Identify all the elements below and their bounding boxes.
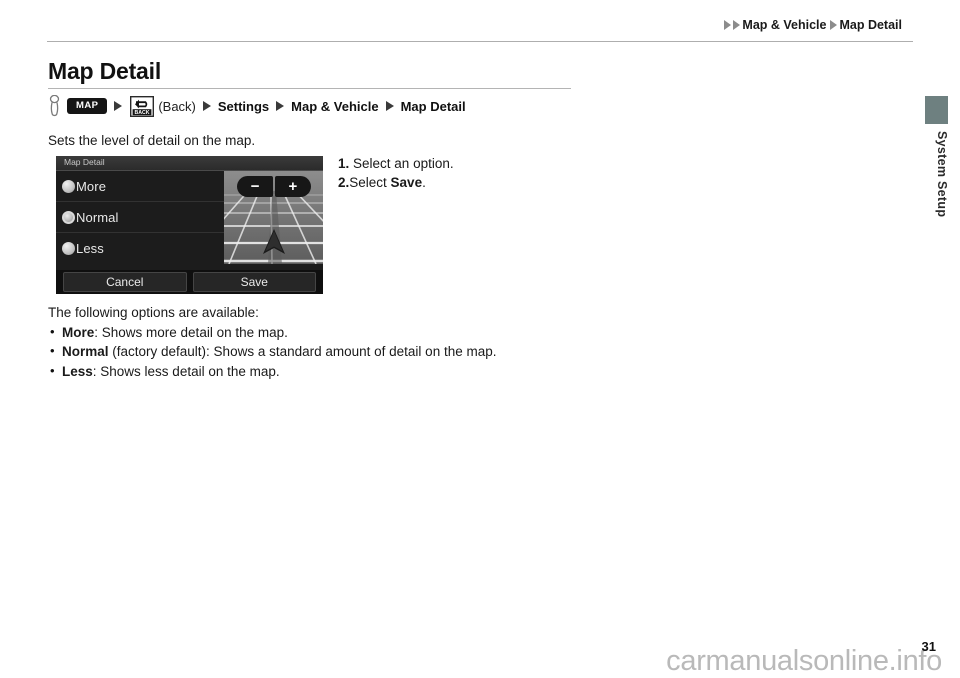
finger-press-icon <box>49 95 60 117</box>
list-item: More: Shows more detail on the map. <box>48 322 496 343</box>
nav-screen-image: Map Detail More Normal Less − + Cancel S… <box>56 156 323 294</box>
radio-icon[interactable] <box>62 179 75 193</box>
chevron-right-icon <box>830 20 838 30</box>
step-item-1: 1. Select an option. <box>338 154 454 173</box>
radio-icon[interactable] <box>62 242 75 255</box>
nav-option-list: More Normal Less <box>56 171 224 264</box>
breadcrumb-item-map-vehicle: Map & Vehicle <box>742 18 827 32</box>
list-item: Less: Shows less detail on the map. <box>48 361 496 382</box>
chevron-right-icon <box>724 20 732 30</box>
step-list: 1. Select an option. 2.Select Save. <box>338 154 454 192</box>
list-item: Normal (factory default): Shows a standa… <box>48 341 497 362</box>
nav-option-label: Less <box>76 241 104 256</box>
step-suffix: . <box>422 175 426 190</box>
title-divider <box>48 88 571 89</box>
path-item-map-detail[interactable]: Map Detail <box>401 99 466 114</box>
option-desc: : Shows more detail on the map. <box>94 324 288 340</box>
option-name: More <box>62 324 95 340</box>
option-name: Less <box>62 363 93 379</box>
chevron-right-icon <box>202 101 211 111</box>
nav-option-label: Normal <box>76 209 119 225</box>
chevron-right-icon <box>114 101 123 111</box>
step-emphasis: Save <box>390 175 423 190</box>
map-hardware-button[interactable]: MAP <box>67 98 108 114</box>
svg-text:BACK: BACK <box>135 110 150 116</box>
options-section: The following options are available: Mor… <box>48 303 496 381</box>
nav-screen-title: Map Detail <box>64 157 105 167</box>
nav-option-more[interactable]: More <box>56 171 224 202</box>
zoom-in-button[interactable]: + <box>274 176 311 197</box>
save-button[interactable]: Save <box>192 272 316 292</box>
option-desc: : Shows less detail on the map. <box>92 363 280 379</box>
section-label: System Setup <box>935 131 949 218</box>
header-divider <box>47 41 913 42</box>
nav-screen-footer: Cancel Save <box>56 270 323 294</box>
nav-option-less[interactable]: Less <box>56 233 224 264</box>
option-desc: (factory default): Shows a standard amou… <box>108 344 497 359</box>
back-label: (Back) <box>158 98 196 114</box>
step-number: 1. <box>338 156 350 171</box>
intro-text: Sets the level of detail on the map. <box>48 133 256 148</box>
chevron-right-icon <box>733 20 741 30</box>
radio-selected-icon[interactable] <box>62 210 75 224</box>
step-text: Select an option. <box>353 156 454 171</box>
chevron-right-icon <box>276 101 285 111</box>
breadcrumb: Map & Vehicle Map Detail <box>724 18 902 32</box>
page-number: 31 <box>921 639 936 654</box>
option-name: Normal <box>62 344 109 359</box>
breadcrumb-item-map-detail: Map Detail <box>839 18 902 32</box>
cancel-button[interactable]: Cancel <box>63 272 187 292</box>
step-number: 2. <box>338 175 350 190</box>
section-tab-marker <box>925 96 948 124</box>
nav-option-label: More <box>76 178 107 194</box>
options-heading: The following options are available: <box>48 305 259 320</box>
path-item-settings[interactable]: Settings <box>218 99 269 114</box>
back-button-icon[interactable]: BACK <box>130 95 155 117</box>
step-text: Select <box>349 175 391 190</box>
nav-screen-titlebar: Map Detail <box>56 156 323 171</box>
path-item-map-vehicle[interactable]: Map & Vehicle <box>291 99 378 114</box>
nav-option-normal[interactable]: Normal <box>56 202 224 233</box>
zoom-out-button[interactable]: − <box>237 176 274 197</box>
options-list: More: Shows more detail on the map. Norm… <box>48 322 497 382</box>
navigation-path: MAP BACK (Back) Settings Map & Vehicle M… <box>48 95 466 117</box>
chevron-right-icon <box>385 101 394 111</box>
watermark: carmanualsonline.info <box>666 645 942 677</box>
step-item-2: 2.Select Save. <box>338 173 454 192</box>
page-title: Map Detail <box>48 58 162 84</box>
map-preview[interactable]: − + <box>224 171 323 264</box>
map-zoom-controls[interactable]: − + <box>237 176 311 197</box>
